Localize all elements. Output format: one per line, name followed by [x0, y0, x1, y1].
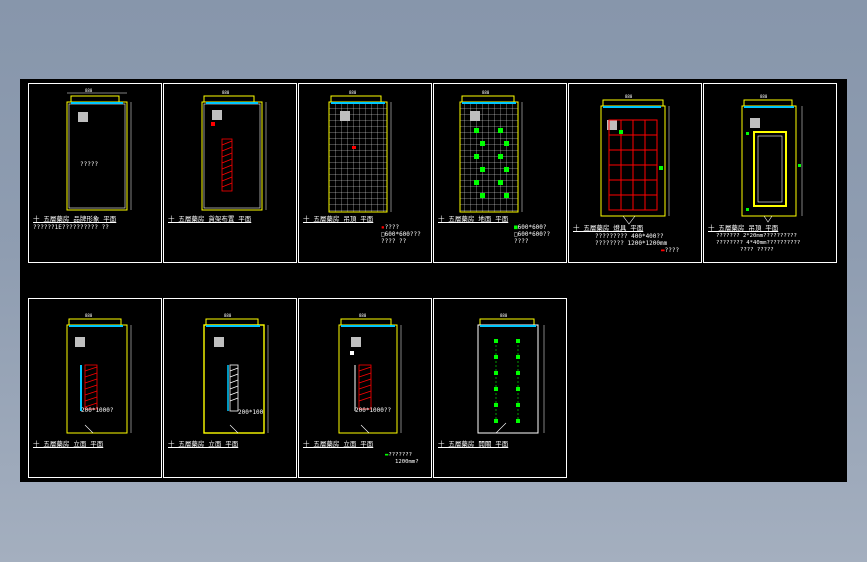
svg-text:880: 880	[482, 90, 490, 95]
legend-note: ????????? 400*400??	[595, 233, 664, 240]
svg-text:880: 880	[760, 94, 768, 99]
legend-note: ???? ?????	[740, 247, 774, 253]
floor-plan-drawing: 880	[477, 313, 545, 434]
drawing-canvas[interactable]: 880 ????? 十 五層藥房 品牌形象 平面 ??????1E???????…	[20, 79, 847, 482]
floor-plan-drawing: 880	[338, 313, 402, 434]
legend-note: ???????? 1200*1200mm	[595, 240, 668, 247]
floor-plan-drawing: 880 ?????	[66, 88, 132, 211]
dimension-label: 200*1000?	[81, 407, 114, 414]
room-label: ?????	[80, 161, 98, 168]
panel-caption: 十 五層藥房 吊頂 平面	[303, 215, 374, 223]
svg-text:880: 880	[85, 313, 93, 318]
legend-note: ▬???????	[385, 452, 412, 458]
legend-note: 1200mm?	[395, 459, 419, 465]
svg-text:880: 880	[224, 313, 232, 318]
panel-caption: 十 五層藥房 立面 平面	[168, 440, 239, 448]
floor-plan-panel-9[interactable]: 880 200*1000?? 十 五層藥房 立面 平面 ▬??????? 120…	[298, 298, 432, 478]
svg-text:880: 880	[222, 90, 230, 95]
panel-caption: 十 五層藥房 開關 平面	[438, 440, 509, 448]
svg-text:880: 880	[359, 313, 367, 318]
panel-caption: 十 五層藥房 立面 平面	[33, 440, 104, 448]
svg-text:880: 880	[625, 94, 633, 99]
floor-plan-drawing: 880	[66, 313, 132, 434]
legend-note: □600*600??	[514, 231, 551, 238]
floor-plan-panel-4[interactable]: 880 十 五層藥房 地面 平面 ■600*600? □600*600?? ??…	[433, 83, 567, 263]
floor-plan-drawing: 880	[201, 90, 267, 211]
dimension-label: 200*100	[238, 409, 264, 416]
panel-caption: 十 五層藥房 地面 平面	[438, 215, 509, 223]
floor-plan-panel-5[interactable]: 880 十 五層藥房 燈具 平面 ????????? 400*400?? ???…	[568, 83, 702, 263]
floor-plan-panel-8[interactable]: 880 200*100 十 五層藥房 立面 平面	[163, 298, 297, 478]
floor-plan-panel-1[interactable]: 880 ????? 十 五層藥房 品牌形象 平面 ??????1E???????…	[28, 83, 162, 263]
floor-plan-panel-6[interactable]: 880 十 五層藥房 吊頂 平面 ??????? 2*20mm?????????…	[703, 83, 837, 263]
legend-note: ■600*600?	[514, 224, 547, 231]
svg-text:880: 880	[85, 88, 93, 93]
legend-note: □600*600???	[381, 231, 421, 238]
floor-plan-panel-2[interactable]: 880 十 五層藥房 貨架布置 平面	[163, 83, 297, 263]
legend-note: ???? ??	[381, 238, 407, 245]
floor-plan-panel-10[interactable]: 880 十 五層藥房 開關 平面	[433, 298, 567, 478]
dimension-label: 200*1000??	[355, 407, 392, 414]
floor-plan-drawing: 880	[203, 313, 269, 434]
panel-caption: 十 五層藥房 燈具 平面	[573, 224, 644, 232]
svg-text:880: 880	[500, 313, 508, 318]
floor-plan-panel-3[interactable]: 880 十 五層藥房 吊頂 平面 ▪???? □600*600??? ???? …	[298, 83, 432, 263]
panel-caption: 十 五層藥房 吊頂 平面	[708, 224, 779, 232]
panel-caption: 十 五層藥房 品牌形象 平面	[33, 215, 117, 223]
panel-caption: 十 五層藥房 立面 平面	[303, 440, 374, 448]
svg-text:880: 880	[349, 90, 357, 95]
legend-note: ▪????	[381, 224, 400, 231]
legend-note: ??????? 2*20mm??????????	[716, 233, 797, 239]
floor-plan-panel-7[interactable]: 880 200*1000? 十 五層藥房 立面 平面	[28, 298, 162, 478]
panel-caption: 十 五層藥房 貨架布置 平面	[168, 215, 252, 223]
panel-subcaption: ??????1E?????????? ??	[33, 224, 109, 231]
legend-note: ▬????	[661, 247, 680, 254]
legend-note: ???????? 4*40mm??????????	[716, 240, 801, 246]
legend-note: ????	[514, 238, 529, 245]
